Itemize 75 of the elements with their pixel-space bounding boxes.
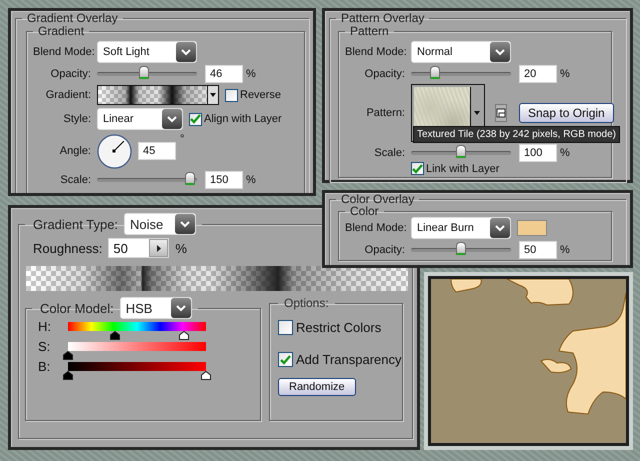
color-swatch[interactable]	[517, 220, 547, 236]
angle-label: Angle:	[58, 145, 91, 157]
checkmark-icon	[190, 114, 201, 124]
chevron-icon	[495, 48, 505, 56]
chevron-icon	[167, 116, 177, 122]
checkmark-icon	[280, 354, 291, 364]
tooltip: Textured Tile (238 by 242 pixels, RGB mode)	[413, 126, 620, 143]
reverse-checkbox[interactable]: Reverse	[225, 88, 281, 102]
opacity-field[interactable]: 46	[205, 65, 243, 83]
preset-button[interactable]	[495, 104, 507, 122]
angle-dial[interactable]	[97, 134, 132, 168]
group-title: Color	[349, 205, 379, 217]
unit-label: %	[246, 68, 256, 80]
blend-mode-dropdown[interactable]: Soft Light	[97, 41, 197, 63]
gradient-picker[interactable]	[97, 85, 219, 105]
chevron-icon	[181, 48, 191, 56]
channel-label: S:	[38, 339, 52, 354]
scale-label: Scale:	[373, 147, 405, 159]
restrict-colors-checkbox[interactable]: Restrict Colors	[278, 320, 382, 335]
align-with-layer-checkbox[interactable]: Align with Layer	[189, 112, 282, 126]
channel-label: B:	[38, 359, 52, 374]
color-stop[interactable]	[63, 371, 73, 380]
group-title: Gradient	[37, 25, 84, 38]
degree-label: °	[180, 133, 184, 145]
opacity-field[interactable]: 20	[519, 65, 557, 83]
panel-title: Color Overlay	[340, 193, 416, 205]
slider-thumb[interactable]	[185, 172, 195, 185]
blend-mode-dropdown[interactable]: Normal	[411, 41, 511, 63]
channel-label: H:	[38, 319, 52, 334]
chevron-icon	[176, 304, 186, 312]
pattern-label: Pattern:	[365, 107, 405, 119]
opacity-label: Opacity:	[364, 68, 405, 80]
slider-thumb[interactable]	[456, 242, 466, 255]
unit-label: %	[246, 174, 256, 186]
slider-thumb[interactable]	[430, 66, 440, 79]
color-model-dropdown[interactable]: HSB	[120, 297, 192, 319]
style-label: Style:	[62, 113, 91, 125]
blend-mode-dropdown[interactable]: Linear Burn	[411, 217, 511, 239]
gradient-type-dropdown[interactable]: Noise	[124, 213, 196, 235]
blend-mode-label: Blend Mode:	[345, 222, 405, 234]
color-model-label: Color Model:	[40, 302, 114, 314]
angle-field[interactable]: 45	[138, 142, 176, 160]
caret-icon	[474, 111, 480, 115]
roughness-label: Roughness:	[33, 240, 102, 256]
unit-label: %	[175, 240, 187, 256]
slider-thumb[interactable]	[456, 145, 466, 158]
unit-label: %	[560, 244, 570, 256]
scale-field[interactable]: 100	[519, 144, 557, 162]
unit-label: %	[560, 147, 570, 159]
scale-field[interactable]: 150	[205, 171, 243, 189]
caret-icon	[210, 93, 216, 97]
randomize-button[interactable]: Randomize	[278, 378, 356, 396]
add-transparency-checkbox[interactable]: Add Transparency	[278, 352, 402, 367]
snap-to-origin-button[interactable]: Snap to Origin	[519, 103, 614, 123]
slider-thumb[interactable]	[138, 66, 149, 79]
color-stop[interactable]	[201, 371, 211, 380]
opacity-label: Opacity:	[364, 244, 405, 256]
chevron-icon	[495, 224, 505, 232]
panel-title: Pattern Overlay	[340, 12, 426, 25]
opacity-field[interactable]: 50	[519, 241, 557, 259]
checkmark-icon	[412, 164, 423, 174]
color-stop[interactable]	[63, 351, 73, 360]
link-with-layer-checkbox[interactable]: Link with Layer	[411, 162, 500, 175]
panel-title: Gradient Overlay	[26, 12, 119, 25]
gradient-label: Gradient:	[44, 89, 91, 101]
group-title: Pattern	[349, 25, 389, 38]
blend-mode-label: Blend Mode:	[345, 46, 405, 58]
gradient-type-label: Gradient Type:	[33, 218, 118, 230]
chevron-icon	[180, 220, 190, 228]
options-title: Options:	[283, 297, 330, 310]
scale-label: Scale:	[59, 174, 91, 186]
unit-label: %	[560, 68, 570, 80]
opacity-label: Opacity:	[50, 68, 91, 80]
page-icon	[496, 108, 506, 118]
style-dropdown[interactable]: Linear	[97, 108, 183, 130]
